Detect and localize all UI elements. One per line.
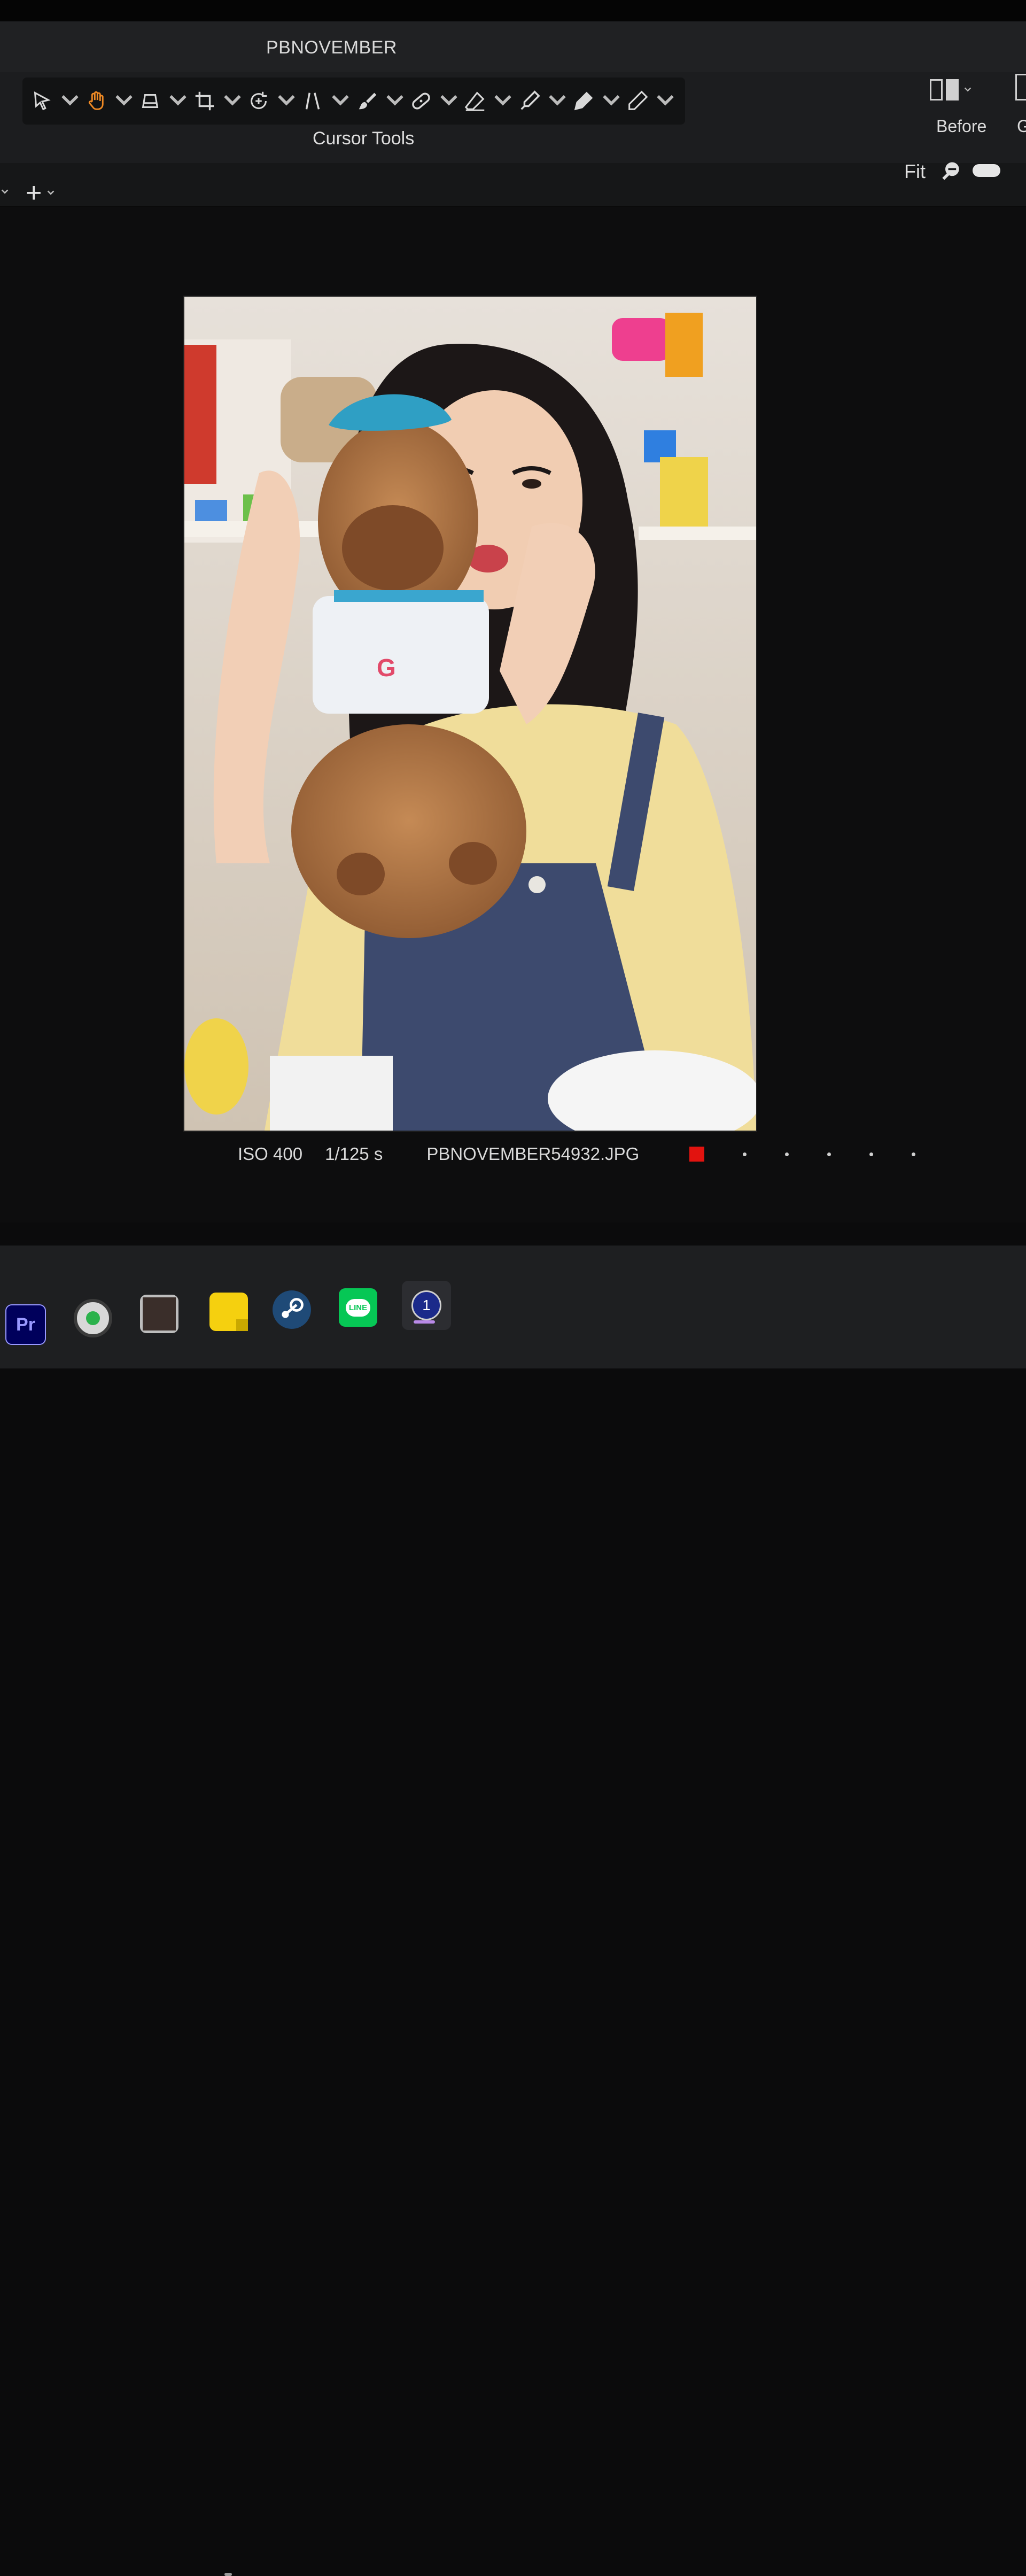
chevron-down-icon: [386, 95, 403, 106]
rotate-icon: [251, 91, 267, 110]
sticky-notes-icon: [236, 1319, 248, 1331]
crop-icon: [195, 91, 214, 111]
chevron-down-icon: [115, 95, 133, 106]
chevron-down-icon: [494, 95, 512, 106]
brush-tool-button[interactable]: [354, 80, 408, 122]
color-tag[interactable]: [689, 1147, 705, 1162]
photo-metadata-bar: ISO 400 1/125 s PBNOVEMBER54932.JPG: [238, 1144, 916, 1164]
premiere-pro-icon: Pr: [16, 1314, 35, 1335]
steam-icon: [282, 1298, 304, 1318]
picker-icon: [520, 90, 540, 110]
keystone-tool-button[interactable]: [300, 80, 354, 122]
running-indicator: [224, 2573, 232, 2576]
main-photo[interactable]: G: [184, 297, 756, 1131]
chevron-down-icon: [603, 95, 620, 106]
straighten-tool-button[interactable]: [137, 80, 191, 122]
zoom-slider[interactable]: [973, 164, 1000, 177]
brush-icon: [359, 92, 376, 110]
crop-tool-button[interactable]: [191, 80, 245, 122]
before-after-button[interactable]: [930, 74, 979, 106]
eraser-tool-button[interactable]: [462, 80, 516, 122]
fill-tool-button[interactable]: [570, 80, 624, 122]
chevron-down-icon: [657, 95, 674, 106]
chevron-down-icon: [48, 190, 55, 195]
rating-star-1[interactable]: [743, 1152, 747, 1156]
chevron-down-icon: [61, 95, 79, 106]
split-view-icon: [930, 79, 959, 100]
line-chat-icon: LINE: [345, 1298, 371, 1317]
taskbar-app-capture[interactable]: [74, 1299, 112, 1337]
pan-hand-icon: [88, 91, 104, 110]
chevron-down-icon: [223, 95, 241, 106]
picker-tool-button[interactable]: [516, 80, 570, 122]
cursor-tools-strip: [22, 78, 685, 125]
chevron-down-icon: [169, 95, 187, 106]
chevron-down-icon[interactable]: [0, 187, 10, 199]
taskbar-app-premiere[interactable]: Pr: [5, 1304, 46, 1345]
taskbar-app-line[interactable]: LINE: [339, 1288, 377, 1327]
pencil-icon: [628, 90, 648, 110]
window-title: PBNOVEMBER: [266, 37, 397, 58]
title-bar: [0, 21, 1026, 72]
chevron-down-icon: [332, 95, 349, 106]
capture-app-icon: [86, 1311, 100, 1325]
fill-icon: [574, 91, 593, 111]
zoom-icon[interactable]: [939, 159, 963, 183]
rating-star-2[interactable]: [785, 1152, 789, 1156]
grid-label: G: [1017, 117, 1026, 136]
rating-star-4[interactable]: [869, 1152, 874, 1156]
chevron-down-icon: [548, 95, 566, 106]
filename: PBNOVEMBER54932.JPG: [426, 1144, 640, 1164]
active-indicator: [414, 1320, 435, 1324]
viewer-subbar: [0, 163, 1026, 207]
iso-value: ISO 400: [238, 1144, 303, 1164]
grid-icon[interactable]: [1015, 74, 1026, 100]
taskbar-app-photos[interactable]: [140, 1295, 178, 1333]
photo-viewer-icon: [143, 1297, 176, 1330]
select-icon: [34, 91, 51, 111]
cursor-tools-label: Cursor Tools: [313, 128, 415, 149]
rating-star-3[interactable]: [827, 1152, 831, 1156]
chevron-down-icon: [278, 95, 295, 106]
add-button[interactable]: +: [26, 179, 56, 207]
straighten-icon: [142, 94, 159, 109]
chevron-down-icon: [964, 87, 971, 92]
before-label: Before: [936, 117, 987, 136]
taskbar: Pr LINE 1: [0, 1246, 1026, 2576]
svg-text:G: G: [377, 654, 396, 682]
heal-icon: [412, 92, 430, 110]
select-tool-button[interactable]: [29, 80, 83, 122]
chevron-down-icon: [440, 95, 457, 106]
keystone-icon: [306, 92, 320, 110]
eraser-icon: [464, 91, 485, 111]
portrait-photo-image: G: [184, 297, 756, 1131]
taskbar-app-sticky-notes[interactable]: [209, 1293, 248, 1331]
rotate-tool-button[interactable]: [245, 80, 299, 122]
pencil-tool-button[interactable]: [625, 80, 679, 122]
plus-icon: +: [26, 177, 42, 208]
capture-one-icon: 1: [411, 1290, 441, 1320]
heal-tool-button[interactable]: [408, 80, 462, 122]
rating-star-5[interactable]: [912, 1152, 916, 1156]
pan-tool-button[interactable]: [83, 80, 137, 122]
shutter-value: 1/125 s: [325, 1144, 383, 1164]
taskbar-app-steam[interactable]: [273, 1290, 311, 1329]
zoom-fit-label[interactable]: Fit: [904, 160, 926, 183]
